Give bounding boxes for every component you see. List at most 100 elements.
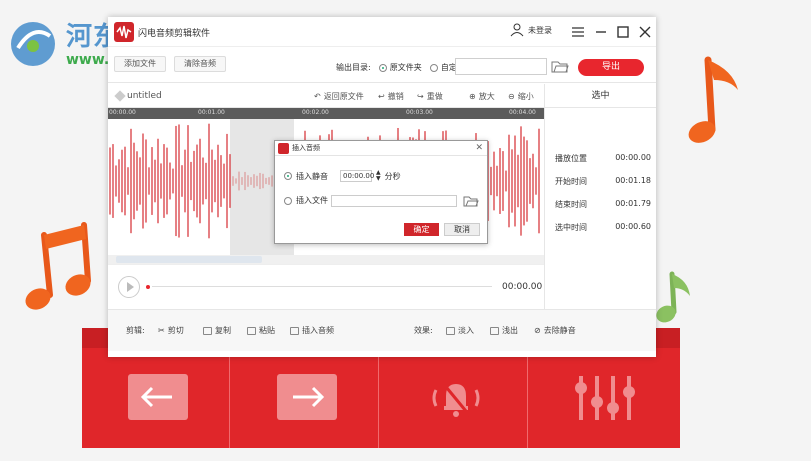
hamburger-icon	[572, 27, 584, 37]
insert-audio-button[interactable]: 插入音频	[290, 325, 334, 336]
selection-info: 播放位置 00:00.00 开始时间 00:01.18 结束时间 00:01.79 选…	[544, 108, 656, 309]
info-row-start: 开始时间 00:01.18	[555, 176, 651, 187]
fade-out-icon	[490, 326, 499, 335]
return-source-label: 返回原文件	[323, 92, 364, 101]
info-value: 00:00.00	[615, 153, 651, 162]
redo-button[interactable]: ↪ 重做	[417, 91, 443, 102]
edit-bar: untitled ↶ 返回原文件 ↩ 撤销 ↪ 重做 ⊕ 放大 ⊖ 缩小	[108, 84, 544, 108]
copy-label: 复制	[215, 326, 231, 335]
bell-muted-icon	[432, 381, 480, 417]
horizontal-scrollbar[interactable]	[108, 255, 544, 264]
source-folder-radio[interactable]	[379, 63, 388, 72]
progress-handle[interactable]	[146, 285, 150, 289]
title-bar: 闪电音频剪辑软件 未登录	[108, 17, 656, 47]
dialog-browse-button[interactable]	[463, 195, 479, 207]
cut-button[interactable]: ✂ 剪切	[158, 325, 184, 336]
close-button[interactable]	[635, 22, 655, 42]
add-file-button[interactable]: 添加文件	[114, 56, 166, 72]
file-tab-icon	[114, 90, 126, 102]
stepper-icon[interactable]: ▲ ▼	[376, 170, 381, 182]
insert-silence-label: 插入静音	[296, 171, 328, 181]
browse-folder-button[interactable]	[551, 59, 569, 74]
maximize-icon	[617, 26, 629, 38]
player-bar: 00:00.00	[108, 264, 544, 309]
info-value: 00:01.18	[615, 176, 651, 185]
app-title: 闪电音频剪辑软件	[138, 29, 211, 39]
close-icon	[639, 26, 651, 38]
redo-label: 重做	[426, 92, 443, 101]
remove-silence-label: 去除静音	[543, 326, 576, 335]
selection-heading: 选中	[544, 84, 656, 108]
copy-icon	[203, 326, 212, 335]
user-login[interactable]: 未登录	[510, 23, 552, 37]
box-panel-forward	[231, 348, 379, 448]
dialog-logo-icon	[278, 143, 289, 154]
fade-in-button[interactable]: 淡入	[446, 325, 474, 336]
remove-silence-button[interactable]: ⊘ 去除静音	[534, 325, 576, 336]
watermark-logo-icon	[11, 22, 55, 66]
insert-file-radio[interactable]	[284, 196, 292, 205]
cut-label: 剪切	[167, 326, 184, 335]
app-logo-icon	[114, 22, 134, 42]
clear-audio-button[interactable]: 清除音频	[174, 56, 226, 72]
output-path-input[interactable]	[455, 58, 547, 75]
ruler-tick: 00:01.00	[198, 109, 225, 116]
arrow-left-icon	[128, 374, 188, 420]
fade-out-label: 浅出	[502, 326, 518, 335]
output-dir: 输出目录: 原文件夹 自定义	[336, 62, 465, 73]
info-label: 选中时间	[555, 223, 587, 232]
fade-out-button[interactable]: 浅出	[490, 325, 518, 336]
zoom-out-label: 缩小	[517, 92, 534, 101]
box-panel-mute	[380, 348, 528, 448]
user-label: 未登录	[528, 25, 552, 35]
info-label: 开始时间	[555, 177, 587, 186]
time-ruler: 00:00.00 00:01.00 00:02.00 00:03.00 00:0…	[108, 108, 544, 119]
maximize-button[interactable]	[613, 22, 633, 42]
arrow-right-icon	[277, 374, 337, 420]
export-button[interactable]: 导出	[578, 59, 644, 76]
play-button[interactable]	[118, 276, 140, 298]
zoom-in-icon: ⊕	[469, 92, 476, 101]
insert-file-input[interactable]	[331, 195, 457, 207]
undo-icon: ↩	[378, 92, 385, 101]
copy-button[interactable]: 复制	[203, 325, 231, 336]
insert-silence-radio[interactable]	[284, 172, 292, 180]
insert-silence-row: 插入静音 00:00.00 ▲ ▼ 分秒	[284, 170, 401, 182]
box-panel-equalizer	[529, 348, 677, 448]
undo-button[interactable]: ↩ 撤销	[378, 91, 404, 102]
box-panel-back	[82, 348, 230, 448]
cancel-button[interactable]: 取消	[444, 223, 480, 236]
ruler-tick: 00:04.00	[509, 109, 536, 116]
custom-radio[interactable]	[430, 63, 439, 72]
box-flap-right	[654, 328, 680, 348]
stage: 河东软件园 www.pc0359.cn 闪电音频剪辑软件 未登录	[0, 0, 811, 461]
dialog-close-icon[interactable]: ✕	[475, 141, 483, 156]
dialog-title: 插入音频	[292, 144, 320, 152]
menu-button[interactable]	[568, 22, 588, 42]
progress-track[interactable]	[152, 286, 492, 287]
box-flap-left	[82, 328, 108, 348]
playback-time: 00:00.00	[502, 282, 543, 292]
output-dir-label: 输出目录:	[336, 63, 371, 72]
minimize-button[interactable]	[591, 22, 611, 42]
insert-audio-label: 插入音频	[302, 326, 334, 335]
ruler-tick: 00:00.00	[109, 109, 136, 116]
filename-label: untitled	[127, 91, 162, 101]
paste-button[interactable]: 粘贴	[247, 325, 275, 336]
dialog-title-bar: 插入音频 ✕	[275, 141, 487, 156]
zoom-in-button[interactable]: ⊕ 放大	[469, 91, 495, 102]
music-note-icon-left	[25, 222, 91, 310]
folder-icon	[463, 196, 479, 207]
silence-duration-input[interactable]: 00:00.00	[340, 170, 374, 182]
ok-button[interactable]: 确定	[404, 223, 439, 236]
info-row-selected: 选中时间 00:00.60	[555, 222, 651, 233]
paste-label: 粘贴	[259, 326, 275, 335]
edit-label: 剪辑:	[126, 326, 145, 335]
return-source-button[interactable]: ↶ 返回原文件	[314, 91, 364, 102]
info-value: 00:00.60	[615, 222, 651, 231]
folder-icon	[551, 61, 569, 73]
zoom-out-icon: ⊖	[508, 92, 515, 101]
file-tab[interactable]: untitled	[114, 90, 162, 102]
zoom-out-button[interactable]: ⊖ 缩小	[508, 91, 534, 102]
scrollbar-thumb[interactable]	[116, 256, 262, 263]
